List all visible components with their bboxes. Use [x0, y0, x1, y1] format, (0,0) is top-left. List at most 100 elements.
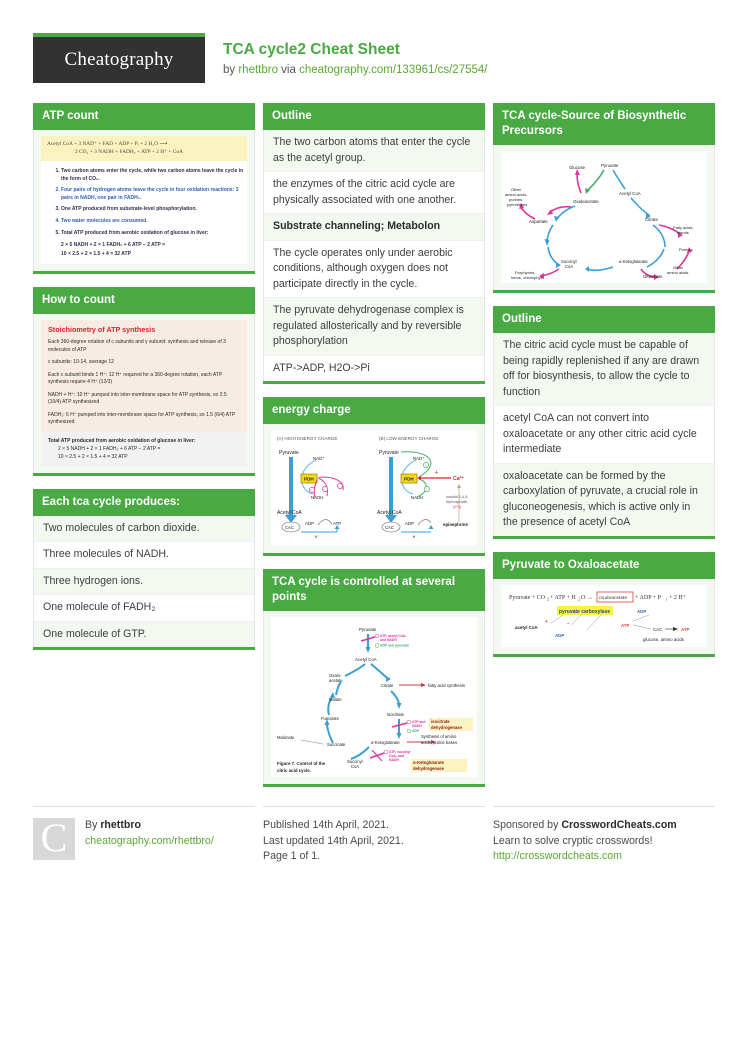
biosynthetic-precursors-figure: Glucose Pyruvate Acetyl CoA Oxaloacetate… — [501, 151, 707, 283]
svg-text:Purines: Purines — [679, 247, 693, 252]
svg-text:Oxaloacetate: Oxaloacetate — [573, 199, 599, 204]
byline: by rhettbro via cheatography.com/133961/… — [223, 63, 487, 78]
list-item: One ATP produced from substrate-level ph… — [61, 206, 247, 214]
svg-text:CAC: CAC — [385, 525, 394, 530]
svg-text:ADP: ADP — [405, 521, 414, 526]
svg-text:ADP: ADP — [555, 633, 564, 638]
list-item: Two water molecules are consumed. — [61, 218, 247, 226]
svg-text:CAC: CAC — [653, 627, 662, 632]
svg-text:Ca²⁺: Ca²⁺ — [453, 476, 464, 482]
figure-paragraph: NADH + H⁺: 10 H⁺ pumped into inter-membr… — [48, 391, 227, 406]
via-label: via — [277, 64, 300, 76]
biosynthetic-precursors-diagram: Glucose Pyruvate Acetyl CoA Oxaloacetate… — [501, 151, 707, 283]
svg-text:+: + — [425, 464, 427, 468]
footer-profile-link[interactable]: cheatography.com/rhettbro/ — [85, 835, 214, 847]
svg-text:−: − — [323, 488, 325, 492]
card-how-to-count: How to count Stoichiometry of ATP synthe… — [33, 287, 255, 476]
table-row: The two carbon atoms that enter the cycl… — [264, 130, 484, 172]
figure-heading: Stoichiometry of ATP synthesis — [48, 325, 156, 335]
svg-text:Aspartate: Aspartate — [529, 219, 548, 224]
svg-text:amino acids: amino acids — [667, 270, 688, 275]
table-row: ATP->ADP, H2O->Pi — [264, 355, 484, 381]
svg-text:ADP: ADP — [412, 729, 420, 733]
svg-text:NAD⁺: NAD⁺ — [313, 456, 325, 461]
svg-text:−: − — [567, 621, 570, 627]
card-biosynthetic-precursors: TCA cycle-Source of Biosynthetic Precurs… — [493, 103, 715, 293]
svg-text:Synthesis of amino: Synthesis of amino — [421, 734, 457, 739]
footer-by-line: By rhettbro — [85, 818, 214, 834]
svg-text:−: − — [338, 485, 340, 489]
atp-equation-line1: Acetyl CoA + 3 NAD⁺ + FAD + ADP + Pᵢ + 2… — [47, 141, 168, 147]
svg-text:+: + — [545, 619, 548, 625]
svg-text:Glutamate: Glutamate — [643, 274, 663, 279]
figure-paragraph: Each c subunit binds 1 H⁺: 12 H⁺ require… — [48, 371, 223, 386]
svg-text:inositol 1,4,5-: inositol 1,4,5- — [446, 495, 469, 499]
atp-count-figure: Acetyl CoA + 3 NAD⁺ + FAD + ADP + Pᵢ + 2… — [41, 136, 247, 265]
sponsor-link[interactable]: http://crosswordcheats.com — [493, 850, 622, 862]
svg-text:epinephrine: epinephrine — [443, 522, 468, 527]
column-3: TCA cycle-Source of Biosynthetic Precurs… — [493, 103, 715, 800]
svg-text:Isocitrate: Isocitrate — [387, 712, 405, 717]
svg-text:CoA: CoA — [565, 264, 573, 269]
source-link[interactable]: cheatography.com/133961/cs/27554/ — [299, 64, 487, 76]
card-title: How to count — [33, 287, 255, 315]
svg-text:Figure 7. Control of the: Figure 7. Control of the — [277, 761, 326, 766]
list-item: Total ATP produced from aerobic oxidatio… — [61, 230, 247, 238]
cheatography-logo[interactable]: Cheatography — [33, 33, 205, 83]
svg-text:+ ATP + H: + ATP + H — [550, 595, 576, 601]
logo-text: Cheatography — [64, 49, 174, 70]
svg-text:oxaloacetate: oxaloacetate — [599, 595, 627, 601]
svg-text:Pyruvate: Pyruvate — [359, 627, 377, 632]
page-number: Page 1 of 1. — [263, 850, 321, 862]
footer-publish-block: Published 14th April, 2021. Last updated… — [263, 806, 485, 865]
sponsor-line: Sponsored by CrosswordCheats.com — [493, 818, 677, 834]
total-line: 2 × 5 NADH + 2 × 1 FADH₂ + 6 ATP − 2 ATP… — [58, 445, 161, 452]
footer-author-block: C By rhettbro cheatography.com/rhettbro/ — [33, 806, 255, 865]
pyruvate-to-oxaloacetate-diagram: Pyruvate + CO 2 + ATP + H 2 O → oxaloace… — [501, 584, 707, 647]
by-label: By — [85, 819, 101, 831]
svg-text:NADH: NADH — [311, 495, 323, 500]
svg-text:α-Ketoglutarate: α-Ketoglutarate — [371, 740, 400, 745]
svg-text:Glucose: Glucose — [569, 165, 586, 170]
svg-text:+ ADP + P: + ADP + P — [635, 595, 662, 601]
page-title: TCA cycle2 Cheat Sheet — [223, 41, 400, 58]
svg-text:Acetyl CoA: Acetyl CoA — [355, 657, 377, 662]
card-energy-charge: energy charge (A) HIGH ENERGY CHARGE (B)… — [263, 397, 485, 556]
author-link[interactable]: rhettbro — [238, 64, 278, 76]
svg-text:(IP3): (IP3) — [453, 505, 462, 509]
svg-text:NADH: NADH — [389, 758, 399, 762]
table-row: the enzymes of the citric acid cycle are… — [264, 172, 484, 214]
card-each-tca-cycle-produces: Each tca cycle produces: Two molecules o… — [33, 488, 255, 651]
figure-paragraph: FADH₂: 6 H⁺ pumped into inter-membrane s… — [48, 411, 236, 426]
footer-sponsor-block: Sponsored by CrosswordCheats.com Learn t… — [493, 806, 715, 865]
table-row: The pyruvate dehydrogenase complex is re… — [264, 298, 484, 356]
svg-text:fatty acid synthesis: fatty acid synthesis — [428, 683, 466, 688]
svg-text:Citrate: Citrate — [645, 217, 658, 222]
card-outline-middle: Outline The two carbon atoms that enter … — [263, 103, 485, 384]
page-header: Cheatography TCA cycle2 Cheat Sheet by r… — [33, 33, 717, 83]
svg-text:isocitrate: isocitrate — [431, 719, 450, 724]
svg-text:α-Ketoglutarate: α-Ketoglutarate — [413, 760, 445, 765]
svg-text:ATP: ATP — [621, 623, 630, 628]
tca-control-diagram: Pyruvate ATP, acetyl CoA, and NADH ADP a… — [271, 617, 477, 777]
svg-text:+ 2 H⁺: + 2 H⁺ — [669, 594, 686, 601]
svg-text:α-Ketoglutarate: α-Ketoglutarate — [619, 259, 648, 264]
card-title: TCA cycle-Source of Biosynthetic Precurs… — [493, 103, 715, 145]
svg-text:CoA: CoA — [351, 764, 359, 769]
svg-text:Succinate: Succinate — [327, 742, 346, 747]
svg-text:Acetyl CoA: Acetyl CoA — [377, 510, 402, 516]
svg-text:e⁻: e⁻ — [315, 534, 320, 539]
card-outline-right: Outline The citric acid cycle must be ca… — [493, 306, 715, 539]
svg-text:Acetyl CoA: Acetyl CoA — [277, 510, 302, 516]
pyruvate-to-oxaloacetate-figure: Pyruvate + CO 2 + ATP + H 2 O → oxaloace… — [501, 584, 707, 647]
svg-text:+: + — [435, 470, 438, 476]
svg-text:and NADH: and NADH — [380, 638, 397, 642]
avatar: C — [33, 818, 75, 860]
columns-container: ATP count Acetyl CoA + 3 NAD⁺ + FAD + AD… — [33, 103, 717, 800]
svg-text:e⁻: e⁻ — [413, 534, 418, 539]
svg-text:Pyruvate: Pyruvate — [279, 450, 299, 456]
svg-text:2: 2 — [578, 596, 580, 601]
page-footer: C By rhettbro cheatography.com/rhettbro/… — [33, 806, 717, 865]
svg-text:dehydrogenase: dehydrogenase — [431, 725, 463, 730]
energy-charge-diagram: (A) HIGH ENERGY CHARGE (B) LOW ENERGY CH… — [271, 430, 477, 546]
